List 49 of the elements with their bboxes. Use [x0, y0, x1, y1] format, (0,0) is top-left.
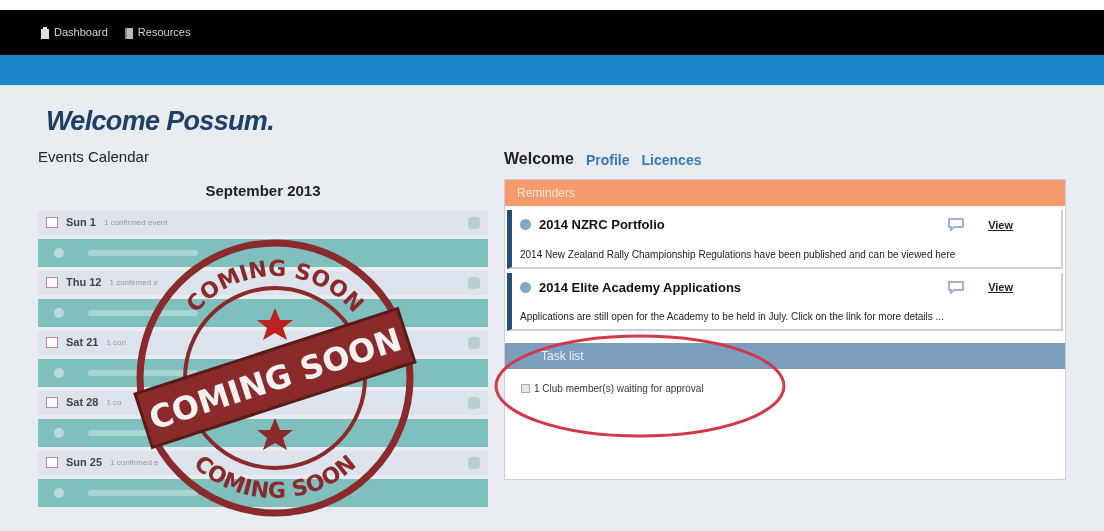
reminders-header: Reminders [505, 180, 1065, 206]
welcome-heading: Welcome Possum. [46, 105, 275, 138]
month-label: September 2013 [204, 181, 322, 201]
event-count: 1 co [106, 396, 122, 409]
view-link[interactable]: View [988, 279, 1013, 296]
day-label: Sat 28 [66, 395, 99, 411]
add-button[interactable] [460, 270, 488, 295]
reminder-text: 2014 New Zealand Rally Championship Regulations have been published and can be viewed here [520, 247, 957, 262]
day-label: Sun 1 [66, 215, 96, 231]
reminder-title: 2014 NZRC Portfolio [539, 216, 665, 234]
comment-icon [948, 280, 965, 294]
calendar-icon [46, 397, 58, 408]
task-checkbox[interactable] [521, 384, 530, 393]
calendar-day-header[interactable]: Sat 28 1 co [38, 390, 126, 415]
reminder-text: Applications are still open for the Academy to be held in July. Click on the link for more details ... [520, 310, 945, 324]
calendar-day-header[interactable]: Thu 12 1 confirmed e [38, 270, 162, 295]
view-link[interactable]: View [988, 216, 1013, 233]
building-icon [40, 26, 50, 39]
calendar-icon [46, 277, 58, 288]
day-label: Sun 25 [66, 455, 103, 471]
task-item[interactable]: 1 Club member(s) waiting for approval [521, 381, 1049, 396]
day-label: Sat 21 [66, 335, 99, 351]
add-button[interactable] [460, 210, 488, 235]
tab[interactable]: Licences [641, 150, 702, 171]
reminder-title: 2014 Elite Academy Applications [539, 278, 742, 297]
calendar-day-header[interactable]: Sat 21 1 con [38, 330, 130, 355]
day-label: Thu 12 [66, 275, 102, 291]
event-count: 1 confirmed e [109, 276, 158, 289]
nav-link[interactable]: Resources [123, 24, 191, 41]
calendar-day-header[interactable]: Sun 25 1 confirmed e [38, 450, 163, 475]
task-list-header: Task list [505, 343, 1065, 369]
nav-link[interactable]: Dashboard [40, 24, 108, 41]
event-count: 1 confirmed e [110, 456, 159, 469]
add-button[interactable] [460, 330, 488, 355]
add-button[interactable] [460, 450, 488, 475]
book-icon [123, 26, 134, 39]
comment-icon [948, 218, 965, 232]
tab[interactable]: Profile [585, 150, 630, 171]
add-button[interactable] [460, 390, 488, 415]
calendar-day-header[interactable]: Sun 1 1 confirmed event [38, 210, 172, 235]
calendar-icon [46, 217, 58, 228]
calendar-icon [46, 337, 58, 348]
bullet-icon [520, 281, 531, 293]
bullet-icon [520, 219, 531, 231]
calendar-title: Events Calendar [38, 146, 150, 167]
event-count: 1 con [106, 336, 126, 349]
tab[interactable]: Welcome [504, 147, 574, 171]
calendar-icon [46, 457, 58, 468]
event-count: 1 confirmed event [103, 216, 168, 229]
